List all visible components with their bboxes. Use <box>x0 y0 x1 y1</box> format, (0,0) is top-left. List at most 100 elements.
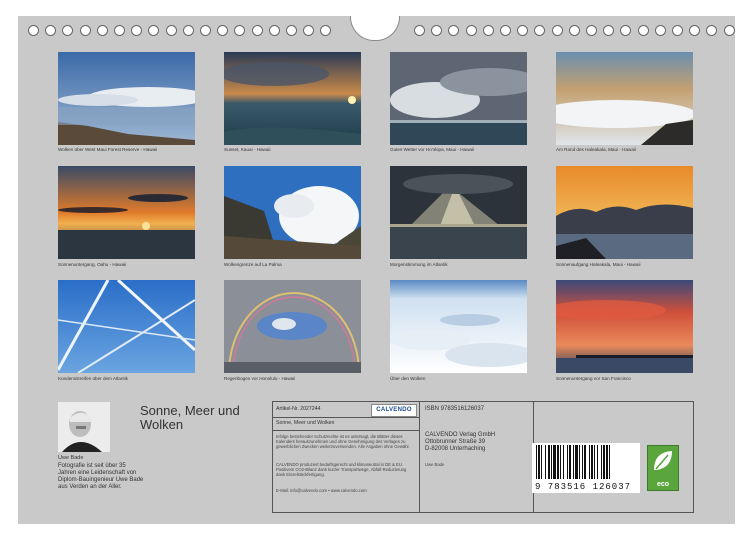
barcode-bar <box>575 445 578 479</box>
binding-hole <box>603 25 615 36</box>
binding-hole <box>320 25 332 36</box>
barcode-bar <box>582 445 583 479</box>
photo-caption: Am Rand des Haleakala, Maui - Hawaii <box>556 147 636 152</box>
calendar-title: Sonne, Meer und Wolken <box>140 403 240 432</box>
barcode-bar <box>584 445 586 479</box>
barcode-bar <box>551 445 552 479</box>
photo-caption: Gutes Wetter vor Ho'okipa, Maui - Hawaii <box>390 147 475 152</box>
binding-hole <box>148 25 160 36</box>
photo-caption: Sonnenuntergang, Oahu - Hawaii <box>58 262 127 267</box>
barcode-bar <box>541 445 542 479</box>
barcode-bar <box>536 445 537 479</box>
isbn: ISBN 9783516126037 <box>425 406 485 412</box>
calvendo-logo: CALVENDO <box>371 404 417 417</box>
photo-caption: Über den Wolken <box>390 376 426 381</box>
barcode-bars <box>536 445 610 479</box>
barcode-bar <box>557 445 559 479</box>
binding-hole <box>62 25 74 36</box>
photo-caption: Morgenstimmung im Atlantik <box>390 262 448 267</box>
barcode-bar <box>579 445 580 479</box>
product-title: Sonne, Meer und Wolken <box>276 420 335 426</box>
photo-caption: Sonnenuntergang vor San Francisco <box>556 376 631 381</box>
barcode-bar <box>603 445 605 479</box>
photo-orange-sunset <box>58 166 195 259</box>
binding-hole <box>114 25 125 36</box>
photo-sunset-sea <box>224 52 361 145</box>
barcode-bar <box>601 445 602 479</box>
photo-caption: Wolken über West Maui Forest Reserve - H… <box>58 147 158 152</box>
binding-hole <box>217 25 229 36</box>
binding-hole <box>482 25 494 36</box>
photo-golden-clouds <box>556 166 693 259</box>
binding-hole <box>568 25 580 36</box>
photo-storm-clouds <box>390 52 527 145</box>
barcode-bar <box>597 445 598 479</box>
contact-line: E-Mail: info@calvendo.com • www.calvendo… <box>276 488 367 493</box>
binding-hole <box>268 25 280 36</box>
photo-12 <box>556 280 693 373</box>
publisher-city: D-82008 Unterhaching <box>425 446 486 452</box>
binding-hole <box>586 25 597 36</box>
article-number: Artikel-Nr. 2027244 <box>276 406 321 412</box>
binding-hole <box>165 25 177 36</box>
binding-hole <box>672 25 683 36</box>
photo-cloud-sea <box>390 280 527 373</box>
binding-hole <box>414 25 425 36</box>
barcode-bar <box>567 445 568 479</box>
author-name: Uwe Bade <box>58 455 84 461</box>
photo-above-clouds <box>556 52 693 145</box>
barcode-bar <box>538 445 540 479</box>
photo-4 <box>556 52 693 145</box>
photo-caption: Kondensstreifen über dem Atlantik <box>58 376 128 381</box>
barcode-bar <box>609 445 610 479</box>
binding-hole <box>182 25 194 36</box>
photo-3 <box>390 52 527 145</box>
binding-hole <box>517 25 529 36</box>
barcode-bar <box>553 445 556 479</box>
eco-badge: eco <box>647 445 679 491</box>
product-info-box: Artikel-Nr. 2027244 CALVENDO Sonne, Meer… <box>272 401 694 513</box>
photo-caption: Regenbogen vor Honolulu - Hawaii <box>224 376 296 381</box>
photo-10 <box>224 280 361 373</box>
photo-5 <box>58 166 195 259</box>
photo-9 <box>58 280 195 373</box>
barcode-bar <box>548 445 550 479</box>
photo-rainbow <box>224 280 361 373</box>
author-portrait <box>58 402 110 452</box>
barcode-number: 9 783516 126037 <box>535 482 632 492</box>
publisher-street: Ottobrunner Straße 39 <box>425 439 486 445</box>
photo-6 <box>224 166 361 259</box>
photo-sunrays <box>390 166 527 259</box>
photo-caption: Sonnenaufgang Haleakala, Maui - Hawaii <box>556 262 641 267</box>
photo-1 <box>58 52 195 145</box>
binding-hole <box>637 25 649 36</box>
barcode-bar <box>545 445 546 479</box>
author-small: Uwe Bade <box>425 462 445 467</box>
barcode-bar <box>594 445 595 479</box>
photo-2 <box>224 52 361 145</box>
binding-hole <box>131 25 143 36</box>
photo-11 <box>390 280 527 373</box>
photo-8 <box>556 166 693 259</box>
photo-cloud-boundary <box>224 166 361 259</box>
binding-hole <box>706 25 718 36</box>
barcode-bar <box>591 445 593 479</box>
barcode-bar <box>563 445 564 479</box>
binding-hole <box>448 25 460 36</box>
barcode-bar <box>589 445 590 479</box>
barcode-bar <box>573 445 574 479</box>
photo-contrails <box>58 280 195 373</box>
photo-caption: Wolkengrenze auf La Palma <box>224 262 282 267</box>
photo-red-sky <box>556 280 693 373</box>
binding-hole <box>465 25 477 36</box>
production-notice: CALVENDO produziert bedarfsgerecht und k… <box>276 462 407 477</box>
photo-caption: Sunset, Kauai - Hawaii <box>224 147 271 152</box>
binding-hole <box>234 25 246 36</box>
binding-hole <box>45 25 57 36</box>
binding-hole <box>251 25 263 36</box>
binding-hole <box>689 25 701 36</box>
binding-hole <box>551 25 563 36</box>
binding-hole <box>500 25 511 36</box>
binding-hole <box>534 25 546 36</box>
author-bio: Fotografie ist seit über 35 Jahren eine … <box>58 463 144 490</box>
